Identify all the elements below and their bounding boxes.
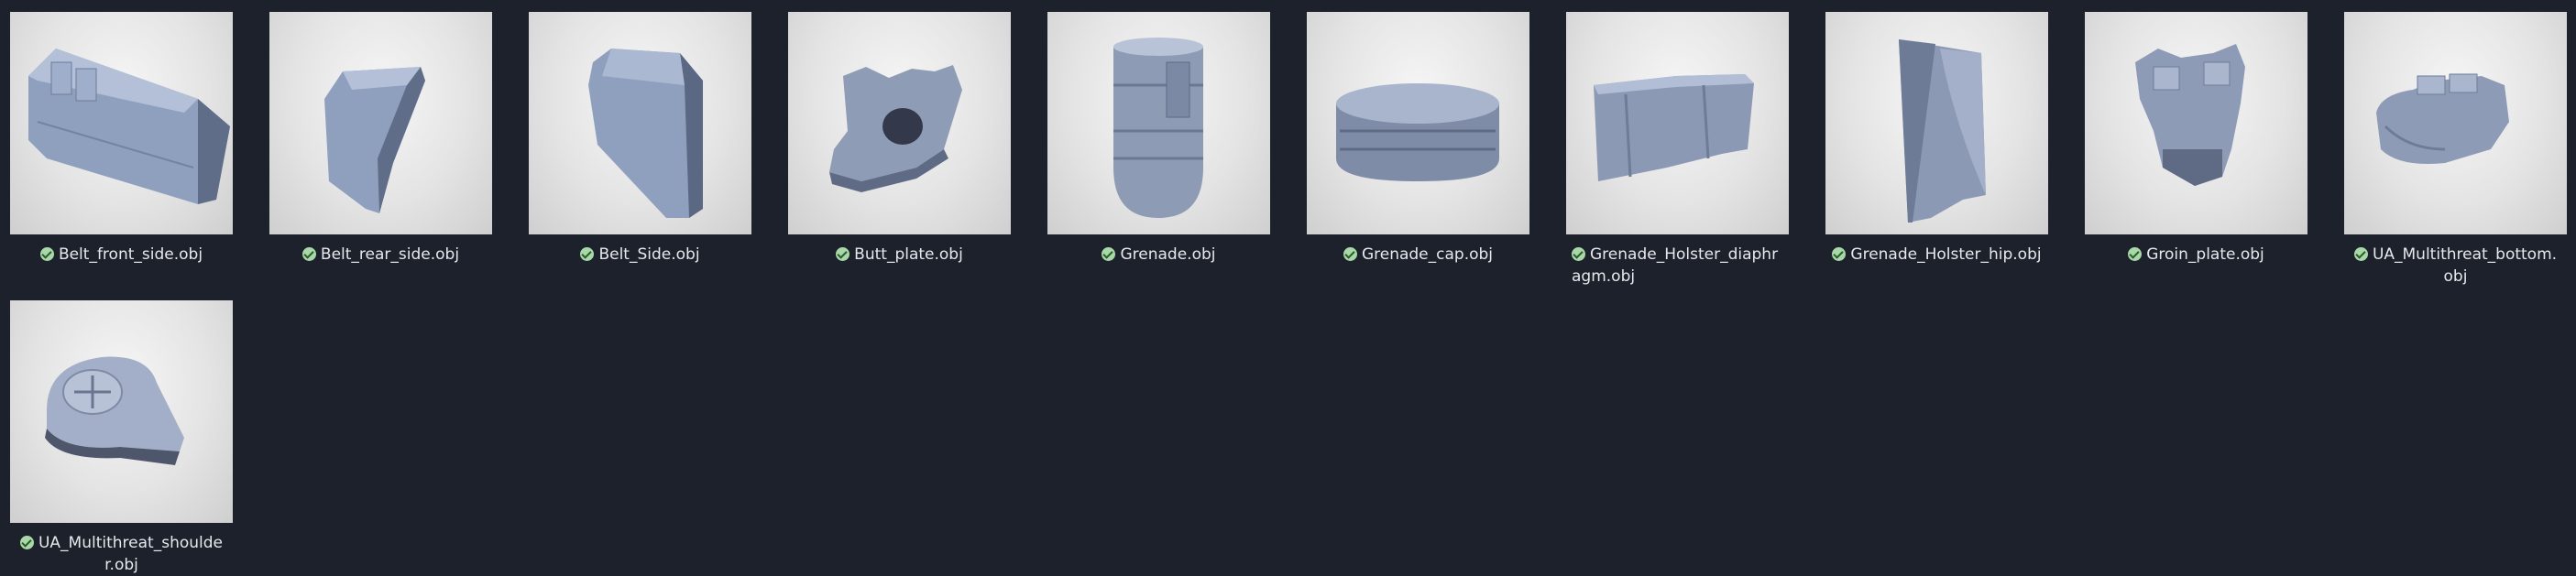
model-thumbnail xyxy=(10,12,233,234)
check-circle-icon xyxy=(1343,247,1357,261)
file-tile[interactable]: Grenade_Holster_diaphragm.obj xyxy=(1566,12,1789,288)
check-circle-icon xyxy=(836,247,850,261)
check-circle-icon xyxy=(1102,247,1116,261)
file-name: Belt_rear_side.obj xyxy=(320,245,460,264)
model-thumbnail xyxy=(269,12,492,234)
model-thumbnail xyxy=(1047,12,1270,234)
file-name: Groin_plate.obj xyxy=(2146,245,2264,264)
file-tile[interactable]: Belt_front_side.obj xyxy=(10,12,233,266)
model-thumbnail xyxy=(10,300,233,523)
check-circle-icon xyxy=(1832,247,1847,261)
file-tile[interactable]: Butt_plate.obj xyxy=(788,12,1011,266)
check-circle-icon xyxy=(2128,247,2143,261)
model-thumbnail xyxy=(2085,12,2307,234)
file-name: Belt_Side.obj xyxy=(598,245,700,264)
model-thumbnail xyxy=(1307,12,1529,234)
file-tile[interactable]: UA_Multithreat_bottom.obj xyxy=(2344,12,2567,288)
model-thumbnail xyxy=(1566,12,1789,234)
check-circle-icon xyxy=(580,247,595,261)
file-tile[interactable]: Groin_plate.obj xyxy=(2085,12,2307,266)
check-circle-icon xyxy=(2353,247,2368,261)
model-thumbnail xyxy=(2344,12,2567,234)
file-name: UA_Multithreat_shoulder.obj xyxy=(38,534,223,574)
file-name: Grenade.obj xyxy=(1120,245,1216,264)
check-circle-icon xyxy=(19,536,34,549)
file-name: Grenade_Holster_diaphragm.obj xyxy=(1572,245,1779,286)
model-thumbnail xyxy=(529,12,751,234)
file-name: UA_Multithreat_bottom.obj xyxy=(2372,245,2558,286)
model-thumbnail xyxy=(788,12,1011,234)
file-name: Grenade_Holster_hip.obj xyxy=(1850,245,2042,264)
file-tile[interactable]: Grenade.obj xyxy=(1047,12,1270,266)
file-name: Butt_plate.obj xyxy=(854,245,963,264)
file-grid: Belt_front_side.obj Belt_rear_side.obj B… xyxy=(0,0,2576,574)
file-tile[interactable]: Grenade_cap.obj xyxy=(1307,12,1529,266)
file-name: Grenade_cap.obj xyxy=(1361,245,1494,264)
file-tile[interactable]: UA_Multithreat_shoulder.obj xyxy=(10,300,233,576)
file-tile[interactable]: Grenade_Holster_hip.obj xyxy=(1825,12,2048,266)
check-circle-icon xyxy=(301,247,316,261)
file-name: Belt_front_side.obj xyxy=(58,245,203,264)
file-tile[interactable]: Belt_Side.obj xyxy=(529,12,751,266)
check-circle-icon xyxy=(39,247,54,261)
file-tile[interactable]: Belt_rear_side.obj xyxy=(269,12,492,266)
model-thumbnail xyxy=(1825,12,2048,234)
check-circle-icon xyxy=(1572,247,1585,261)
